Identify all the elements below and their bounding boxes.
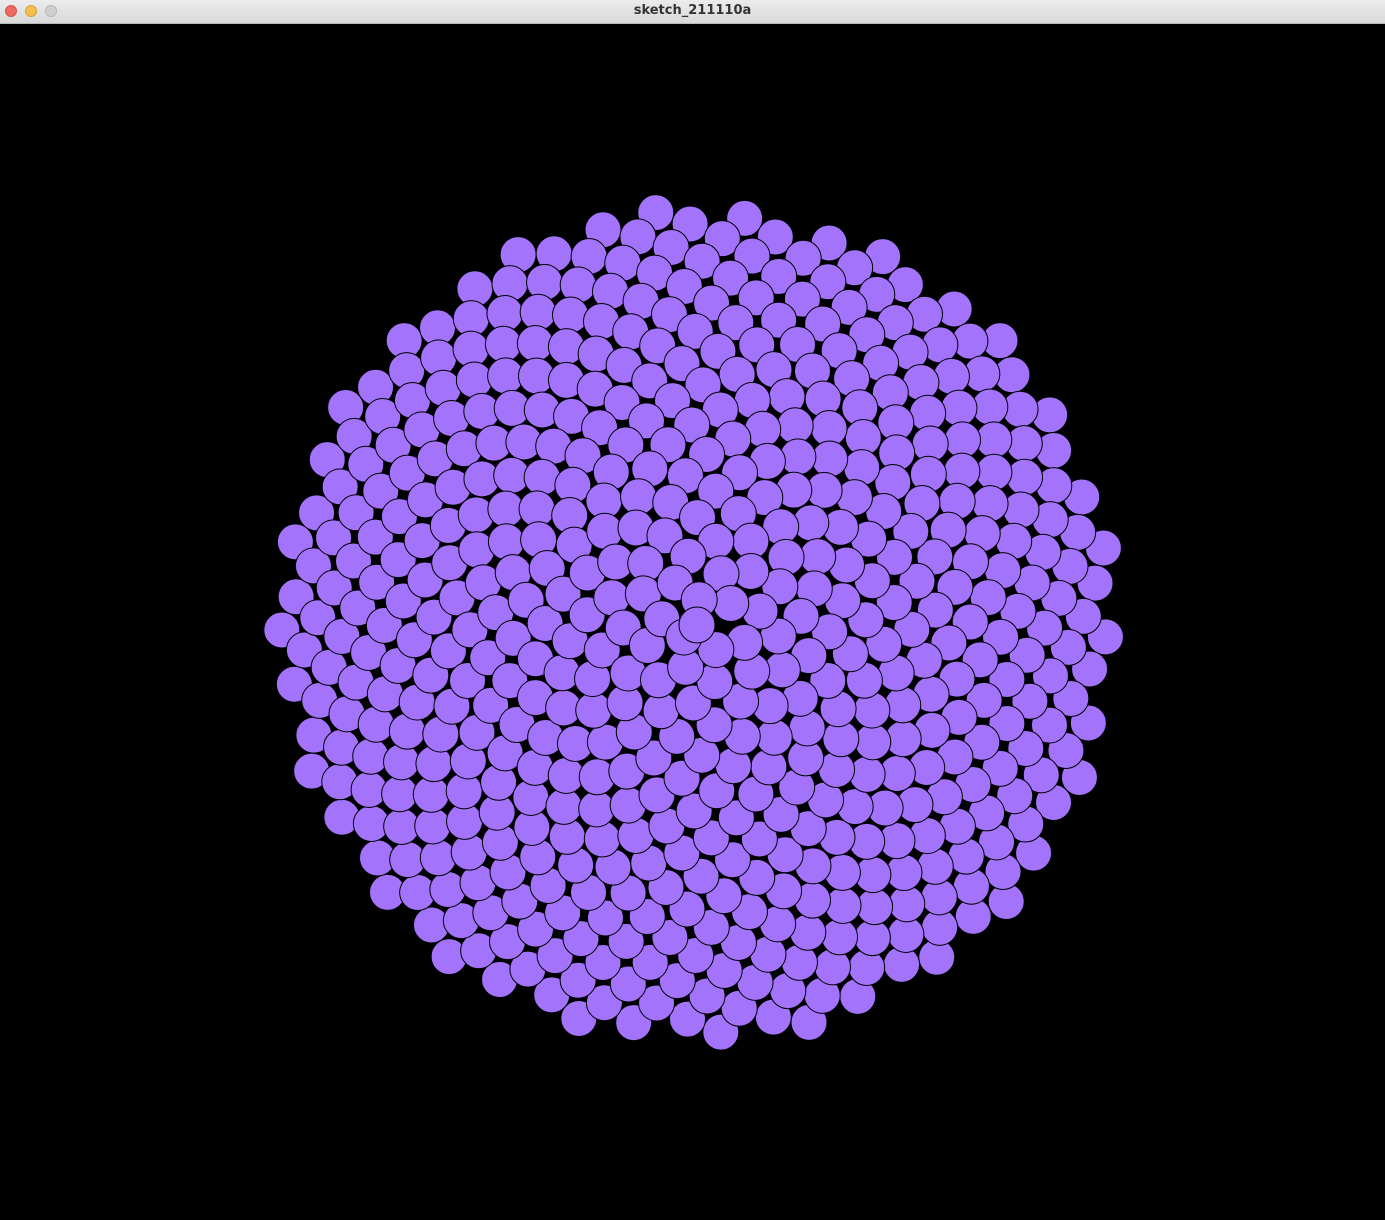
phyllotaxis-dot bbox=[419, 839, 457, 877]
window-title: sketch_211110a bbox=[633, 3, 752, 18]
phyllotaxis-dot bbox=[811, 440, 849, 478]
phyllotaxis-dot bbox=[545, 787, 583, 825]
phyllotaxis-dot bbox=[1006, 458, 1044, 496]
phyllotaxis-dot bbox=[352, 737, 390, 775]
phyllotaxis-dot bbox=[944, 421, 982, 459]
phyllotaxis-dot bbox=[824, 886, 862, 924]
phyllotaxis-dot bbox=[854, 723, 892, 761]
phyllotaxis-dot bbox=[516, 324, 554, 362]
phyllotaxis-dot bbox=[848, 755, 886, 793]
phyllotaxis-dot bbox=[519, 293, 557, 331]
phyllotaxis-dot bbox=[916, 847, 954, 885]
phyllotaxis-dot bbox=[1002, 491, 1040, 529]
phyllotaxis-dot bbox=[975, 453, 1013, 491]
phyllotaxis-dot bbox=[617, 817, 655, 855]
phyllotaxis-dot bbox=[799, 538, 837, 576]
phyllotaxis-dot bbox=[975, 421, 1013, 459]
phyllotaxis-dot bbox=[932, 357, 970, 395]
phyllotaxis-dot bbox=[381, 775, 419, 813]
phyllotaxis-dot bbox=[484, 325, 522, 363]
phyllotaxis-dot bbox=[712, 585, 750, 623]
phyllotaxis-dot bbox=[940, 389, 978, 427]
phyllotaxis-dot bbox=[885, 854, 923, 892]
phyllotaxis-dot bbox=[452, 330, 490, 368]
phyllotaxis-drawing bbox=[263, 194, 1124, 1051]
phyllotaxis-dot bbox=[575, 691, 613, 729]
phyllotaxis-dot bbox=[414, 807, 452, 845]
phyllotaxis-dot bbox=[429, 870, 467, 908]
phyllotaxis-dot bbox=[455, 361, 493, 399]
app-window: sketch_211110a bbox=[0, 0, 1385, 1220]
phyllotaxis-dot bbox=[487, 490, 525, 528]
phyllotaxis-dot bbox=[856, 888, 894, 926]
phyllotaxis-dot bbox=[523, 458, 561, 496]
phyllotaxis-dot bbox=[776, 407, 814, 445]
phyllotaxis-dot bbox=[487, 523, 525, 561]
sketch-canvas[interactable] bbox=[0, 24, 1385, 1220]
phyllotaxis-dot bbox=[853, 919, 891, 957]
phyllotaxis-dot bbox=[821, 918, 859, 956]
phyllotaxis-dot bbox=[578, 790, 616, 828]
phyllotaxis-dot bbox=[551, 296, 589, 334]
phyllotaxis-dot bbox=[383, 743, 420, 781]
phyllotaxis-dot bbox=[884, 686, 922, 724]
phyllotaxis-dot bbox=[620, 478, 658, 516]
title-bar[interactable]: sketch_211110a bbox=[0, 0, 1385, 24]
phyllotaxis-dot bbox=[755, 718, 793, 756]
phyllotaxis-dot bbox=[642, 692, 680, 730]
phyllotaxis-dot bbox=[888, 885, 926, 923]
phyllotaxis-dot bbox=[543, 654, 581, 692]
phyllotaxis-dot bbox=[450, 833, 488, 871]
phyllotaxis-dot bbox=[678, 606, 716, 644]
